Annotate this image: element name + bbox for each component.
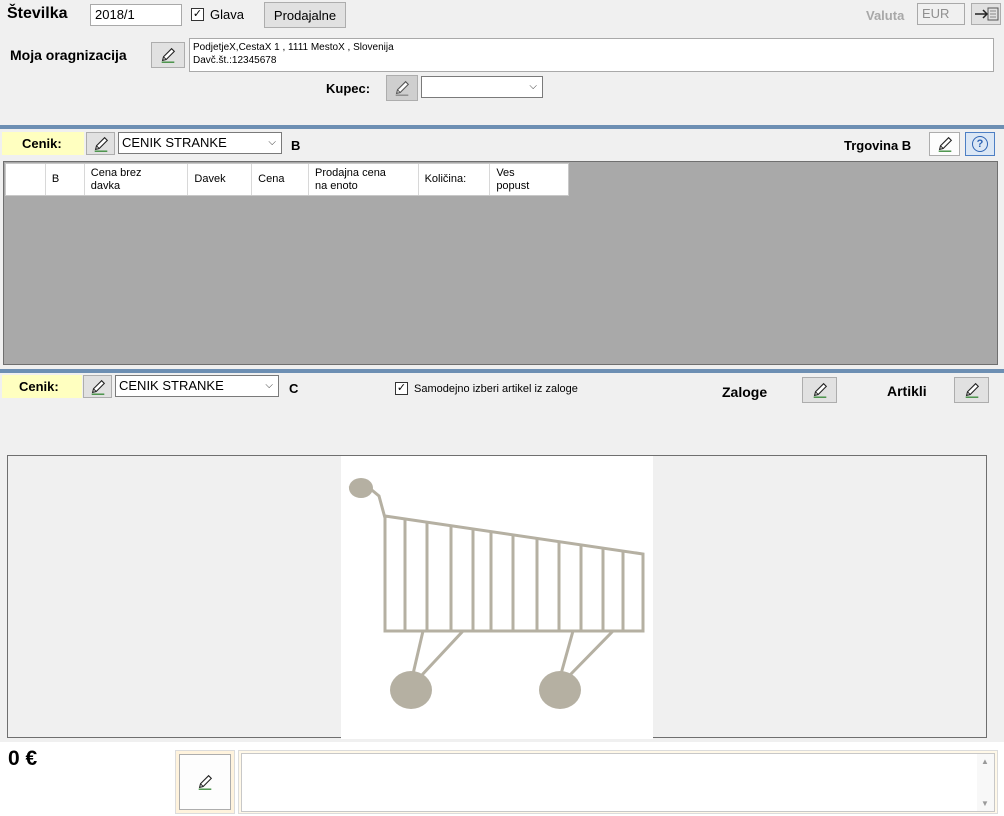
scroll-up-icon[interactable]: ▲ bbox=[981, 757, 989, 766]
grid-col-header[interactable]: Cena bbox=[252, 164, 309, 195]
pencil-icon bbox=[94, 136, 108, 152]
valuta-field: EUR bbox=[917, 3, 965, 25]
pencil-icon bbox=[161, 47, 176, 63]
shopping-cart-icon bbox=[348, 478, 645, 709]
grid-col-header[interactable]: Količina: bbox=[419, 164, 491, 195]
kupec-dropdown[interactable]: ⌵ bbox=[421, 76, 543, 98]
edit-cenik-b-button[interactable] bbox=[86, 132, 115, 155]
section-separator bbox=[0, 369, 1004, 373]
grid-col-header[interactable]: B bbox=[46, 164, 85, 195]
cenik-b-value: CENIK STRANKE bbox=[122, 135, 227, 150]
note-textarea[interactable]: ▲ ▼ bbox=[241, 753, 995, 812]
section-separator bbox=[0, 125, 1004, 129]
cenik-c-value: CENIK STRANKE bbox=[119, 378, 224, 393]
organization-address-line1: PodjetjeX,CestaX 1 , 1111 MestoX , Slove… bbox=[193, 42, 394, 53]
edit-cenik-c-button[interactable] bbox=[83, 375, 112, 398]
kupec-label: Kupec: bbox=[326, 81, 371, 96]
pencil-icon bbox=[395, 80, 410, 96]
chevron-down-icon: ⌵ bbox=[265, 380, 273, 391]
total-amount: 0 € bbox=[8, 747, 38, 770]
edit-note-button[interactable] bbox=[179, 754, 231, 810]
note-scrollbar[interactable]: ▲ ▼ bbox=[977, 754, 994, 811]
scroll-down-icon[interactable]: ▼ bbox=[981, 799, 989, 808]
edit-kupec-button[interactable] bbox=[386, 75, 418, 101]
organization-label: Moja oragnizacija bbox=[10, 47, 127, 63]
exit-icon bbox=[975, 7, 999, 21]
edit-trgovina-button[interactable] bbox=[929, 132, 960, 156]
artikli-label: Artikli bbox=[887, 383, 927, 399]
auto-select-label: Samodejno izberi artikel iz zaloge bbox=[414, 382, 578, 395]
grid-col-header[interactable]: Ves popust bbox=[490, 164, 568, 195]
grid-col-header[interactable]: Cena brez davka bbox=[85, 164, 189, 195]
checkbox-check-icon: ✓ bbox=[192, 8, 203, 20]
edit-artikli-button[interactable] bbox=[954, 377, 989, 403]
grid-header-row: B Cena brez davka Davek Cena Prodajna ce… bbox=[5, 163, 569, 196]
chevron-down-icon: ⌵ bbox=[268, 137, 276, 148]
exit-button[interactable] bbox=[971, 3, 1001, 25]
pencil-icon bbox=[813, 382, 827, 398]
organization-address-box[interactable]: PodjetjeX,CestaX 1 , 1111 MestoX , Slove… bbox=[189, 38, 994, 72]
cenik-b-letter: B bbox=[291, 138, 301, 153]
cenik-b-label: Cenik: bbox=[22, 136, 62, 151]
glava-checkbox[interactable]: ✓ bbox=[191, 8, 204, 21]
valuta-label: Valuta bbox=[866, 8, 905, 23]
prodajalne-button[interactable]: Prodajalne bbox=[264, 2, 346, 28]
auto-select-checkbox[interactable]: ✓ bbox=[395, 382, 408, 395]
auto-select-group[interactable]: ✓ Samodejno izberi artikel iz zaloge bbox=[395, 382, 578, 395]
stevilka-label: Številka bbox=[7, 5, 68, 22]
help-button[interactable]: ? bbox=[965, 132, 995, 156]
chevron-down-icon: ⌵ bbox=[529, 81, 537, 92]
pencil-icon bbox=[938, 136, 952, 152]
cenik-c-label: Cenik: bbox=[19, 379, 59, 394]
cart-panel[interactable] bbox=[7, 455, 987, 739]
cenik-c-letter: C bbox=[289, 381, 299, 396]
pencil-icon bbox=[91, 379, 105, 395]
trgovina-label: Trgovina B bbox=[844, 138, 912, 153]
pencil-icon bbox=[965, 382, 979, 398]
help-icon: ? bbox=[972, 136, 988, 152]
pricelist-b-grid[interactable]: B Cena brez davka Davek Cena Prodajna ce… bbox=[3, 161, 998, 365]
glava-label: Glava bbox=[210, 7, 244, 22]
organization-tax-number: Davč.št.:12345678 bbox=[193, 55, 277, 66]
edit-zaloge-button[interactable] bbox=[802, 377, 837, 403]
grid-col-header[interactable]: Davek bbox=[188, 164, 253, 195]
checkbox-check-icon: ✓ bbox=[396, 382, 407, 394]
grid-col-header[interactable]: Prodajna cena na enoto bbox=[309, 164, 419, 195]
edit-organization-button[interactable] bbox=[151, 42, 185, 68]
cenik-c-dropdown[interactable]: CENIK STRANKE ⌵ bbox=[115, 375, 279, 397]
grid-col-header[interactable] bbox=[6, 164, 46, 195]
glava-checkbox-group[interactable]: ✓ Glava bbox=[191, 7, 244, 22]
pencil-icon bbox=[198, 774, 213, 790]
cenik-b-dropdown[interactable]: CENIK STRANKE ⌵ bbox=[118, 132, 282, 154]
cart-image-area bbox=[341, 456, 653, 739]
zaloge-label: Zaloge bbox=[722, 384, 768, 400]
stevilka-field[interactable]: 2018/1 bbox=[90, 4, 182, 26]
